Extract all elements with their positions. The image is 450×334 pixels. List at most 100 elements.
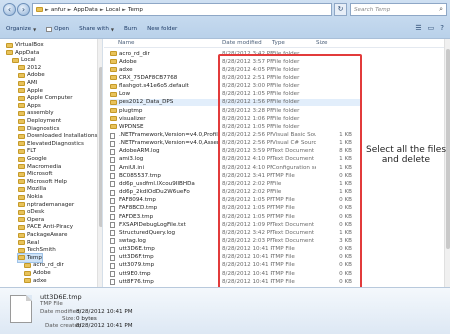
file-row[interactable]: adxe 8/28/2012 4:05 PM File folder <box>110 66 360 73</box>
file-size: 0 KB <box>339 278 352 285</box>
open-button[interactable]: Open <box>46 26 69 32</box>
file-date: 8/28/2012 3:57 PM <box>222 58 272 65</box>
column-header-name[interactable]: Name <box>118 40 135 46</box>
file-name: StructuredQuery.log <box>119 229 176 236</box>
file-name: utt8F76.tmp <box>119 278 154 285</box>
nav-tree-label: Google <box>27 156 47 162</box>
file-icon <box>110 246 115 253</box>
file-type: Text Document <box>272 221 315 228</box>
file-row[interactable]: CRX_75DAF8CB7768 8/28/2012 2:51 PM File fo… <box>110 74 360 81</box>
file-row[interactable]: utt3D6F.tmp 8/28/2012 10:41 PMTMP File 0 K… <box>110 254 360 261</box>
file-row[interactable]: utt3D6E.tmp 8/28/2012 10:41 PMTMP File 0 K… <box>110 246 360 253</box>
breadcrumb-item[interactable]: AppData <box>74 7 98 13</box>
file-row[interactable]: ami3.log 8/28/2012 4:10 PM Text Document 1 … <box>110 156 360 163</box>
file-row[interactable]: AmiUI.ini 8/28/2012 4:10 PM Configuration … <box>110 164 360 172</box>
file-name: Low <box>119 91 131 98</box>
file-icon <box>110 148 115 155</box>
share-with-button[interactable]: Share with ▼ <box>79 26 114 32</box>
file-type: File folder <box>272 99 300 106</box>
folder-icon <box>36 7 43 12</box>
navigation-pane: VirtualBox AppData Local 2012 Adobe AMI Apple A… <box>0 39 103 287</box>
file-type: TMP File <box>272 278 295 285</box>
address-bar[interactable]: ► anfur ► AppData ► Local ► Temp <box>32 3 332 16</box>
file-size: 0 KB <box>339 254 352 261</box>
chevron-down-icon: ▼ <box>33 26 37 32</box>
file-row[interactable]: StructuredQuery.log 8/28/2012 3:42 PM Text… <box>110 229 360 237</box>
file-date: 8/28/2012 10:41 PM <box>222 262 272 269</box>
file-name: dd6p_2kdlOdDu2W6ueFo <box>119 189 190 196</box>
file-row[interactable]: FXSAPIDebugLogFile.txt 8/28/2012 1:09 PM T… <box>110 221 360 229</box>
file-name: pes2012_Data_DPS <box>119 99 174 106</box>
organize-button[interactable]: Organize ▼ <box>6 26 36 32</box>
burn-button[interactable]: Burn <box>124 26 137 32</box>
help-icon[interactable]: ? <box>440 24 444 32</box>
file-row[interactable]: utt8F76.tmp 8/28/2012 10:41 PMTMP File 0 K… <box>110 278 360 286</box>
file-name: adxe <box>119 66 133 73</box>
file-row[interactable]: AdobeARM.log 8/28/2012 3:59 PM Text Docume… <box>110 148 360 155</box>
forward-button[interactable]: › <box>17 3 30 16</box>
details-date-created: 8/28/2012 10:41 PM <box>76 323 133 329</box>
file-name: flashgot.s41e6o5.default <box>119 83 189 90</box>
file-row[interactable]: plugtmp 8/28/2012 3:28 PM File folder <box>110 107 360 114</box>
file-row[interactable]: FAF8094.tmp 8/28/2012 1:05 PM TMP File 0 KB <box>110 197 360 204</box>
file-row[interactable]: dd6p_usdfml.lXcou9IIBHDa 8/28/2012 2:02 P… <box>110 180 360 188</box>
file-icon <box>10 295 32 323</box>
file-row[interactable]: visualizer 8/28/2012 1:06 PM File folder <box>110 115 360 122</box>
file-date: 8/28/2012 1:05 PM <box>222 123 272 130</box>
folder-icon <box>18 88 25 94</box>
file-type: TMP File <box>272 213 295 220</box>
refresh-icon[interactable]: ↻ <box>334 3 347 16</box>
column-header-type[interactable]: Type <box>272 40 285 46</box>
folder-icon <box>18 202 25 208</box>
breadcrumb-item[interactable]: anfur <box>51 7 66 13</box>
nav-tree-label: Temp <box>27 254 42 261</box>
file-row[interactable]: utt9E0.tmp 8/28/2012 10:41 PMTMP File 0 KB <box>110 270 360 278</box>
file-date: 8/28/2012 2:56 PM <box>222 132 272 138</box>
file-row[interactable]: pes2012_Data_DPS 8/28/2012 1:56 PM File fo… <box>110 98 360 107</box>
nav-tree-item[interactable]: adxe <box>24 277 47 285</box>
scrollbar[interactable] <box>97 39 102 287</box>
breadcrumb-item[interactable]: Local <box>106 7 121 13</box>
file-date: 8/28/2012 4:10 PM <box>222 156 272 163</box>
new-folder-button[interactable]: New folder <box>147 26 177 32</box>
folder-icon <box>110 83 117 89</box>
file-size: 0 KB <box>339 221 352 228</box>
column-header-size[interactable]: Size <box>316 40 327 46</box>
file-row[interactable]: Adobe 8/28/2012 3:57 PM File folder <box>110 58 360 65</box>
breadcrumb-item[interactable]: Temp <box>128 7 143 13</box>
file-row[interactable]: .NETFramework,Version=v4.0,Profile=Cli..… <box>110 132 360 139</box>
file-row[interactable]: FAFDE3.tmp 8/28/2012 1:05 PM TMP File 0 KB <box>110 213 360 220</box>
column-header-date[interactable]: Date modified <box>222 40 262 46</box>
folder-icon <box>18 240 25 246</box>
back-button[interactable]: ‹ <box>3 3 16 16</box>
file-row[interactable]: dd6p_2kdlOdDu2W6ueFo 8/28/2012 2:02 PM Fil… <box>110 189 360 196</box>
folder-icon <box>110 116 117 122</box>
nav-tree-label: ElevatedDiagnostics <box>27 140 84 147</box>
file-size: 0 KB <box>339 262 352 269</box>
search-input[interactable]: Search Temp ⌕ <box>350 3 447 16</box>
preview-pane-icon[interactable]: ▭ <box>428 24 435 32</box>
file-name: swtag.log <box>119 237 146 244</box>
folder-icon <box>18 164 25 170</box>
file-icon <box>110 132 115 139</box>
nav-tree-label: VirtualBox <box>15 42 44 48</box>
file-size: 1 KB <box>339 132 352 138</box>
file-name: AmiUI.ini <box>119 164 145 171</box>
file-row[interactable]: flashgot.s41e6o5.default 8/28/2012 3:00 P… <box>110 83 360 90</box>
nav-tree-label: Diagnostics <box>27 125 60 132</box>
file-row[interactable]: FAF8BCD.tmp 8/28/2012 1:05 PM TMP File 0 KB <box>110 205 360 212</box>
file-icon <box>110 271 115 278</box>
folder-icon <box>18 171 25 177</box>
folder-icon <box>18 148 25 154</box>
view-options-icon[interactable]: ☰ <box>415 24 421 32</box>
file-row[interactable]: utt3079.tmp 8/28/2012 10:41 PMTMP File 0 K… <box>110 262 360 269</box>
file-name: utt9E0.tmp <box>119 270 151 277</box>
file-type: Text Document <box>272 229 315 236</box>
file-row[interactable]: BC085537.tmp 8/28/2012 3:41 PM TMP File 0 K… <box>110 172 360 180</box>
file-row[interactable]: Low 8/28/2012 1:05 PM File folder <box>110 91 360 98</box>
file-row[interactable]: WPDNSE 8/28/2012 1:05 PM File folder <box>110 123 360 130</box>
file-row[interactable]: .NETFramework,Version=v4.0,AssemblyA...8… <box>110 140 360 147</box>
file-row[interactable]: swtag.log 8/28/2012 2:03 PM Text Document 3… <box>110 237 360 245</box>
file-type: Text Document <box>272 237 315 244</box>
file-row[interactable]: acro_rd_dir 8/28/2012 3:42 PM File folder <box>110 50 360 57</box>
